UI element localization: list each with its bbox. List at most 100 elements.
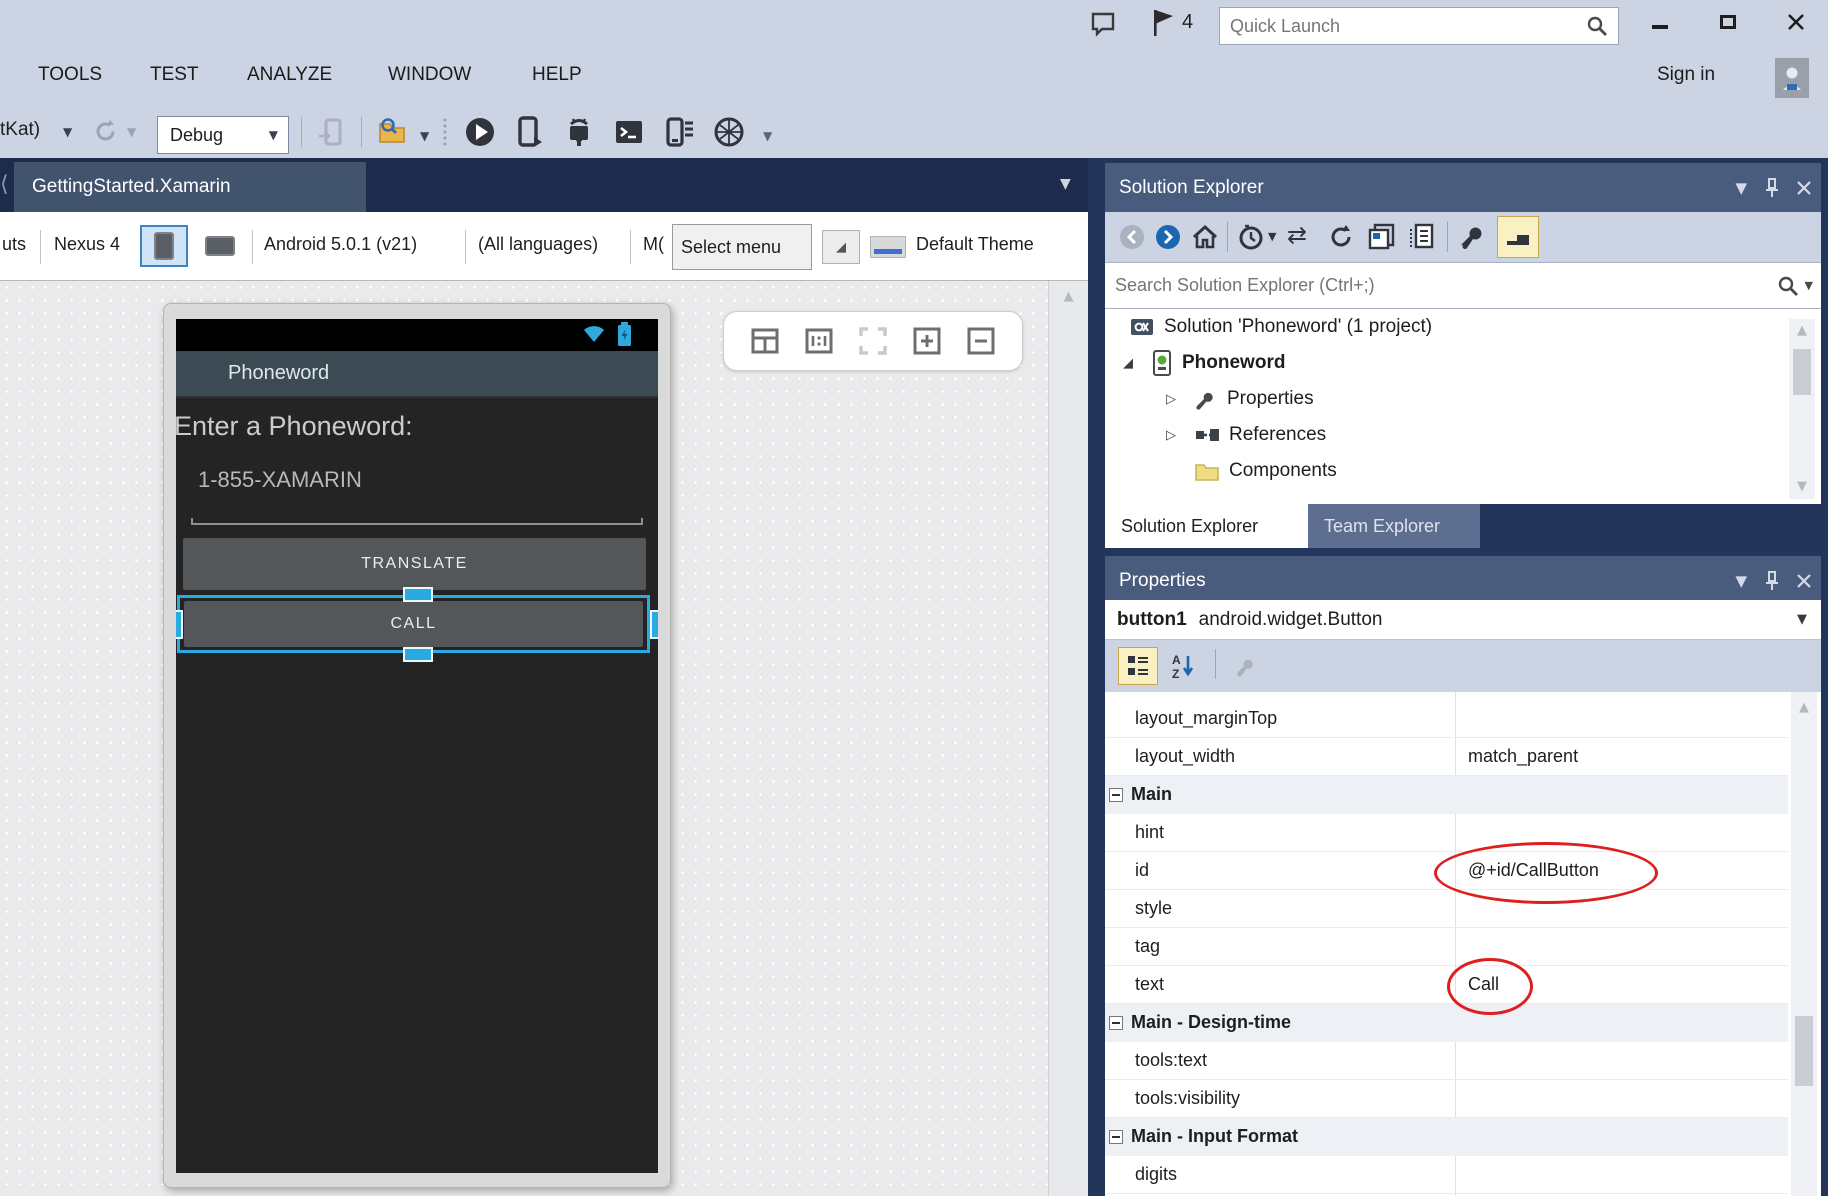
close-panel-icon[interactable]	[1797, 574, 1811, 588]
canvas-vertical-scrollbar[interactable]: ▲	[1048, 281, 1088, 1196]
user-avatar-icon[interactable]	[1775, 58, 1809, 98]
pin-icon[interactable]	[1765, 571, 1779, 591]
tree-vertical-scrollbar[interactable]: ▲ ▼	[1789, 319, 1815, 499]
language-selector[interactable]: (All languages)	[478, 234, 598, 255]
back-icon[interactable]	[1119, 224, 1145, 250]
property-row[interactable]: tools:visibility	[1105, 1080, 1788, 1118]
refresh-solution-icon[interactable]	[1327, 223, 1355, 251]
expander-collapsed-icon[interactable]: ▷	[1166, 428, 1176, 443]
home-icon[interactable]	[1191, 223, 1219, 251]
configuration-combobox[interactable]: Debug ▼	[157, 116, 289, 154]
refresh-dropdown-arrow-icon[interactable]: ▼	[127, 125, 136, 139]
select-menu-combobox[interactable]: Select menu	[672, 224, 812, 270]
pending-changes-icon[interactable]	[1237, 223, 1265, 251]
scroll-thumb[interactable]	[1795, 1016, 1813, 1086]
theme-selector[interactable]: Default Theme	[916, 234, 1034, 255]
resize-handle-right[interactable]	[650, 610, 658, 639]
switch-views-icon[interactable]: ⇄	[1287, 221, 1307, 249]
scroll-down-icon[interactable]: ▼	[1789, 479, 1815, 494]
landscape-orientation-button[interactable]	[196, 225, 244, 267]
scroll-up-icon[interactable]: ▲	[1791, 700, 1817, 715]
section-row[interactable]: Main	[1105, 776, 1788, 814]
notification-count[interactable]: 4	[1182, 11, 1193, 34]
alternative-layouts-partial[interactable]: uts	[2, 234, 26, 255]
grid-vertical-scrollbar[interactable]: ▲	[1791, 692, 1817, 1196]
scroll-up-icon[interactable]: ▲	[1049, 289, 1088, 304]
document-tab[interactable]: GettingStarted.Xamarin	[14, 162, 366, 212]
toolbar-grip[interactable]	[443, 117, 447, 147]
collapse-section-icon[interactable]	[1109, 1016, 1123, 1030]
minimize-button[interactable]	[1637, 0, 1683, 44]
property-row[interactable]: tools:text	[1105, 1042, 1788, 1080]
tab-scroll-left-icon[interactable]: ⟨	[0, 172, 9, 197]
scroll-thumb[interactable]	[1793, 349, 1811, 395]
zoom-out-button[interactable]	[964, 324, 998, 358]
pending-changes-arrow-icon[interactable]: ▼	[1268, 230, 1276, 243]
tab-team-explorer[interactable]: Team Explorer	[1308, 504, 1480, 548]
properties-object-selector[interactable]: button1 android.widget.Button ▼	[1105, 600, 1821, 640]
property-value[interactable]: match_parent	[1468, 746, 1578, 767]
menu-test[interactable]: TEST	[150, 64, 199, 86]
property-row[interactable]: layout_marginTop	[1105, 700, 1788, 738]
android-version-selector[interactable]: Android 5.0.1 (v21)	[264, 234, 417, 255]
attach-process-icon[interactable]	[316, 117, 346, 147]
run-toolbar-overflow-icon[interactable]: ▼	[763, 129, 772, 143]
adb-console-icon[interactable]	[612, 115, 646, 149]
expander-expanded-icon[interactable]: ◢	[1123, 356, 1133, 371]
resize-handle-bottom[interactable]	[403, 647, 433, 662]
forward-icon[interactable]	[1155, 224, 1181, 250]
menu-analyze[interactable]: ANALYZE	[247, 64, 332, 86]
collapse-section-icon[interactable]	[1109, 788, 1123, 802]
android-sdk-icon[interactable]	[562, 115, 596, 149]
phoneword-label[interactable]: Enter a Phoneword:	[176, 411, 413, 442]
translate-button[interactable]: TRANSLATE	[183, 538, 646, 590]
properties-titlebar[interactable]: Properties ▼	[1105, 556, 1821, 605]
properties-wrench-icon[interactable]	[1457, 223, 1485, 251]
notification-flag-icon[interactable]	[1151, 8, 1177, 38]
device-log-icon[interactable]	[662, 115, 696, 149]
device-dropdown-arrow-icon[interactable]: ▼	[63, 125, 72, 139]
toolbar-overflow-icon[interactable]: ▼	[420, 129, 429, 143]
portrait-orientation-button[interactable]	[140, 225, 188, 267]
tab-list-dropdown-icon[interactable]: ▼	[1060, 176, 1071, 192]
quick-launch-input[interactable]	[1220, 16, 1586, 37]
show-all-files-button[interactable]	[1497, 216, 1539, 258]
device-screen[interactable]: Phoneword Enter a Phoneword: 1-855-XAMAR…	[176, 319, 658, 1173]
menu-tools[interactable]: TOOLS	[38, 64, 102, 86]
section-row[interactable]: Main - Design-time	[1105, 1004, 1788, 1042]
zoom-in-button[interactable]	[910, 324, 944, 358]
scroll-up-icon[interactable]: ▲	[1789, 323, 1815, 338]
feedback-icon[interactable]	[1089, 10, 1117, 38]
menu-help[interactable]: HELP	[532, 64, 582, 86]
property-row[interactable]: layout_widthmatch_parent	[1105, 738, 1788, 776]
collapse-section-icon[interactable]	[1109, 1130, 1123, 1144]
split-view-button[interactable]	[748, 324, 782, 358]
tab-solution-explorer[interactable]: Solution Explorer	[1105, 504, 1308, 548]
close-button[interactable]	[1773, 0, 1819, 44]
search-icon[interactable]	[1777, 275, 1799, 297]
refresh-icon[interactable]	[92, 118, 119, 145]
phoneword-edittext[interactable]: 1-855-XAMARIN	[198, 467, 362, 493]
designer-canvas[interactable]: Phoneword Enter a Phoneword: 1-855-XAMAR…	[0, 281, 1048, 1196]
tree-item-project[interactable]: ◢ Phoneword	[1105, 345, 1821, 381]
resize-handle-left[interactable]	[176, 610, 183, 639]
device-dropdown-partial[interactable]: tKat)	[0, 119, 40, 141]
fit-to-screen-button[interactable]	[856, 324, 890, 358]
collapse-all-icon[interactable]	[1367, 223, 1397, 251]
call-button[interactable]: CALL	[184, 601, 643, 647]
device-selector[interactable]: Nexus 4	[54, 234, 120, 255]
close-panel-icon[interactable]	[1797, 181, 1811, 195]
deploy-device-icon[interactable]	[512, 115, 546, 149]
tree-item-properties[interactable]: ▷ Properties	[1105, 381, 1821, 417]
tree-item-references[interactable]: ▷ References	[1105, 417, 1821, 453]
property-row[interactable]: digits	[1105, 1156, 1788, 1194]
sign-in-link[interactable]: Sign in	[1657, 64, 1715, 86]
menu-window[interactable]: WINDOW	[388, 64, 471, 86]
dock-corner-button[interactable]: ◢	[822, 230, 860, 264]
panel-menu-icon[interactable]: ▼	[1735, 179, 1747, 197]
run-emulator-icon[interactable]	[463, 115, 497, 149]
panel-menu-icon[interactable]: ▼	[1735, 572, 1747, 590]
network-profiler-icon[interactable]	[712, 115, 746, 149]
alphabetical-sort-button[interactable]: AZ	[1163, 647, 1203, 685]
property-row[interactable]: tag	[1105, 928, 1788, 966]
